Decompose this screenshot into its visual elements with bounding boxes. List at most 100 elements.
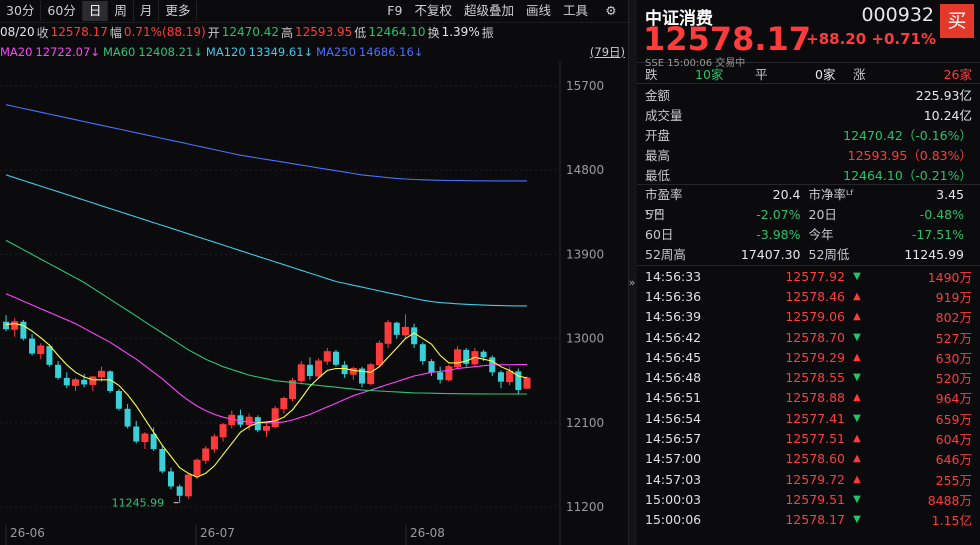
tick-row: 14:56:54 12577.41 ▼ 659万 xyxy=(645,408,972,428)
valuation-grid: 市盈率ᵀᵀᴹ 20.4 市净率ᴸᶠ 3.45 5日 -2.07% 20日 -0.48% 60日 -… xyxy=(637,184,980,265)
tick-time: 14:56:36 xyxy=(645,288,702,304)
arrow-down-icon: ▼ xyxy=(853,270,861,282)
tick-price: 12579.51 xyxy=(785,491,845,507)
ma20-value: 12722.07↓ xyxy=(35,45,100,59)
candle-body-down xyxy=(411,327,418,345)
f9-button[interactable]: F9 xyxy=(381,1,408,21)
stat-value: 10.24亿 xyxy=(923,107,972,123)
candle-body-up xyxy=(384,322,392,344)
valuation-value: -17.51% xyxy=(911,227,964,242)
arrow-down-icon: ▼ xyxy=(853,372,861,384)
candle-body-up xyxy=(280,397,288,410)
candle-body-up xyxy=(89,376,97,385)
candle-body-up xyxy=(375,342,383,366)
candle-body-up xyxy=(219,424,227,438)
ma20-label: MA20 xyxy=(0,45,33,59)
tick-row: 14:56:57 12577.51 ▲ 604万 xyxy=(645,428,972,448)
candle-body-up xyxy=(141,433,149,443)
candle-body-up xyxy=(445,366,453,381)
candle-body-down xyxy=(20,321,27,339)
candlestick-chart[interactable]: 15700 14800 13900 13000 12100 11200 26-06 26-07… xyxy=(0,62,628,545)
tick-price: 12577.92 xyxy=(785,268,845,284)
candle-body-up xyxy=(202,448,210,461)
tick-price: 12578.55 xyxy=(785,370,845,386)
tick-row: 14:57:03 12579.72 ▲ 255万 xyxy=(645,469,972,489)
tick-volume: 802万 xyxy=(935,310,972,326)
info-high-label: 高 xyxy=(281,25,294,40)
y-tick-label: 13000 xyxy=(566,332,604,346)
valuation-cell: 市盈率ᵀᵀᴹ 20.4 xyxy=(645,185,809,222)
stat-value: 225.93亿 xyxy=(915,87,972,103)
valuation-cell: 52周高 17407.30 xyxy=(645,245,809,265)
stat-row: 金额 225.93亿 xyxy=(637,84,980,104)
candle-body-up xyxy=(263,426,270,431)
tools-button[interactable]: 工具 xyxy=(557,1,594,21)
tick-row: 14:56:39 12579.06 ▲ 802万 xyxy=(645,307,972,327)
collapse-icon[interactable]: » xyxy=(628,276,636,289)
candle-body-down xyxy=(3,321,9,330)
tick-time: 14:56:57 xyxy=(645,431,702,447)
draw-button[interactable]: 画线 xyxy=(520,1,557,21)
ma-legend: MA20 12722.07↓ MA60 12408.21↓ MA120 1334… xyxy=(0,42,628,62)
tick-row: 14:56:42 12578.70 ▼ 527万 xyxy=(645,327,972,347)
tick-time: 14:56:42 xyxy=(645,329,702,345)
valuation-label: 20日 xyxy=(808,207,837,222)
tick-price: 12578.88 xyxy=(785,390,845,406)
gear-icon[interactable]: ⚙ xyxy=(594,1,628,21)
tick-row: 14:56:36 12578.46 ▲ 919万 xyxy=(645,286,972,306)
valuation-value: 20.4 xyxy=(772,187,801,202)
info-vibrate-label: 振 xyxy=(481,25,494,40)
tick-volume: 8488万 xyxy=(927,492,972,508)
valuation-value: -2.07% xyxy=(756,207,801,222)
up-label: 涨 xyxy=(853,66,866,82)
candle-body-down xyxy=(29,338,36,354)
tick-time: 15:00:06 xyxy=(645,512,702,528)
tick-time: 15:00:03 xyxy=(645,491,702,507)
stat-label: 成交量 xyxy=(645,107,683,123)
tick-price: 12579.29 xyxy=(785,349,845,365)
ma250-value: 14686.16↓ xyxy=(358,45,424,59)
stat-value: 12470.42（-0.16%） xyxy=(843,127,972,143)
valuation-cell: 60日 -3.98% xyxy=(645,225,809,245)
tick-row: 14:57:00 12578.60 ▲ 646万 xyxy=(645,449,972,469)
tick-time: 14:56:51 xyxy=(645,390,702,406)
period-month[interactable]: 月 xyxy=(134,1,160,21)
adjust-button[interactable]: 不复权 xyxy=(408,1,458,21)
tick-row: 14:56:45 12579.29 ▲ 630万 xyxy=(645,347,972,367)
tick-price: 12579.72 xyxy=(785,471,845,487)
period-toolbar: 30分 60分 日 周 月 更多 F9 不复权 超级叠加 画线 工具 ⚙ xyxy=(0,0,628,23)
arrow-up-icon: ▲ xyxy=(853,311,861,323)
stat-value: 12593.95（0.83%） xyxy=(847,147,972,163)
ma250-label: MA250 xyxy=(316,45,356,59)
valuation-value: 17407.30 xyxy=(740,247,801,262)
stat-row: 开盘 12470.42（-0.16%） xyxy=(637,124,980,144)
candle-body-down xyxy=(55,364,62,378)
tick-volume: 527万 xyxy=(935,330,972,346)
period-more[interactable]: 更多 xyxy=(159,1,198,21)
period-60min[interactable]: 60分 xyxy=(41,1,83,21)
y-tick-label: 11200 xyxy=(566,500,604,514)
period-week[interactable]: 周 xyxy=(108,1,134,21)
ma-line-ma5 xyxy=(5,323,528,478)
stat-label: 开盘 xyxy=(645,127,671,143)
overlay-button[interactable]: 超级叠加 xyxy=(458,1,520,21)
panel-divider[interactable] xyxy=(628,0,637,545)
tick-time: 14:56:33 xyxy=(645,268,702,284)
tick-list[interactable]: 14:56:33 12577.92 ▼ 1490万 14:56:36 12578.46 ▲ 9… xyxy=(637,265,980,530)
x-tick-label: 26-07 xyxy=(200,526,235,540)
y-tick-label: 14800 xyxy=(566,163,604,177)
tick-row: 15:00:03 12579.51 ▼ 8488万 xyxy=(645,489,972,509)
candle-body-down xyxy=(46,346,53,365)
tick-price: 12579.06 xyxy=(785,309,845,325)
candle-body-down xyxy=(306,364,313,377)
arrow-up-icon: ▲ xyxy=(853,392,861,404)
flat-count: 0家 xyxy=(815,66,836,82)
days-selector[interactable]: (79日) xyxy=(590,44,625,60)
buy-button[interactable]: 买 xyxy=(940,4,974,38)
period-day[interactable]: 日 xyxy=(82,1,109,21)
info-close: 12578.17 xyxy=(50,25,108,39)
stat-row: 最低 12464.10（-0.21%） xyxy=(637,164,980,184)
period-30min[interactable]: 30分 xyxy=(0,1,42,21)
candle-body-down xyxy=(63,377,70,386)
candle-body-up xyxy=(71,379,79,386)
